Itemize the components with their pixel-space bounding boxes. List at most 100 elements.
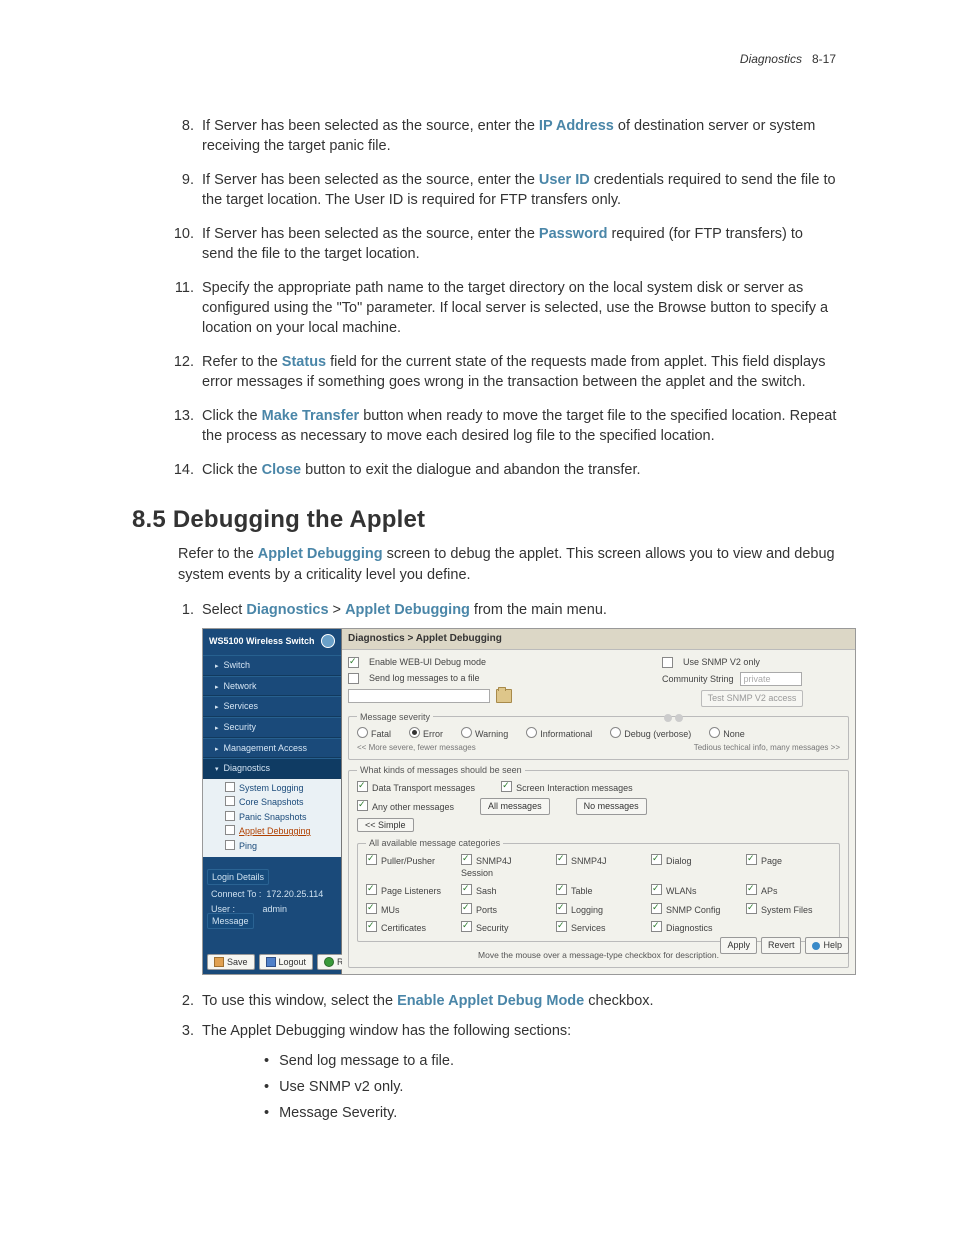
cat-checkbox-15[interactable]: [366, 921, 377, 932]
subnav-panic-snapshots[interactable]: Panic Snapshots: [207, 810, 341, 824]
nav-security[interactable]: Security: [203, 717, 341, 738]
cat-puller-pusher: Puller/Pusher: [366, 854, 451, 880]
no-messages-button[interactable]: No messages: [576, 798, 647, 814]
page-icon: [225, 811, 235, 821]
term-close: Close: [262, 462, 302, 478]
cat-checkbox-18[interactable]: [651, 921, 662, 932]
snmp-panel: Use SNMP V2 only Community String privat…: [662, 656, 842, 725]
nav-switch[interactable]: Switch: [203, 655, 341, 676]
snmp-v2-only-checkbox[interactable]: [662, 657, 673, 668]
message-categories-legend: All available message categories: [366, 837, 503, 849]
step-12: Refer to the Status field for the curren…: [198, 352, 838, 392]
cat-checkbox-17[interactable]: [556, 921, 567, 932]
cat-checkbox-0[interactable]: [366, 854, 377, 865]
cat-snmp4j-session: SNMP4J Session: [461, 854, 546, 880]
nav-diagnostics[interactable]: Diagnostics: [203, 758, 341, 779]
cat-checkbox-11[interactable]: [461, 903, 472, 914]
subnav-applet-debugging[interactable]: Applet Debugging: [207, 824, 341, 838]
sev-informational-radio[interactable]: [526, 727, 537, 738]
term-ip-address: IP Address: [539, 118, 614, 134]
header-page-number: 8-17: [812, 52, 836, 66]
sec85-step-1: Select Diagnostics > Applet Debugging fr…: [198, 600, 838, 975]
revert-button[interactable]: Revert: [761, 937, 802, 953]
cat-certificates: Certificates: [366, 921, 451, 934]
simple-button[interactable]: << Simple: [357, 818, 414, 832]
screen-interaction-checkbox[interactable]: [501, 781, 512, 792]
breadcrumb: Diagnostics > Applet Debugging: [342, 629, 855, 650]
cat-checkbox-3[interactable]: [651, 854, 662, 865]
cat-security: Security: [461, 921, 546, 934]
term-user-id: User ID: [539, 172, 590, 188]
browse-folder-icon[interactable]: [496, 689, 512, 703]
message-categories-group: All available message categories Puller/…: [357, 837, 840, 941]
cat-checkbox-9[interactable]: [746, 884, 757, 895]
sidebar: WS5100 Wireless Switch Switch Network Se…: [203, 629, 342, 974]
community-string-input[interactable]: private: [740, 672, 802, 686]
subnav-ping[interactable]: Ping: [207, 839, 341, 853]
cat-checkbox-12[interactable]: [556, 903, 567, 914]
cat-checkbox-8[interactable]: [651, 884, 662, 895]
page-icon: [225, 796, 235, 806]
sev-none-radio[interactable]: [709, 727, 720, 738]
product-title: WS5100 Wireless Switch: [209, 635, 314, 647]
sev-warning-radio[interactable]: [461, 727, 472, 738]
section-heading-8-5: 8.5 Debugging the Applet: [132, 506, 838, 534]
refresh-icon: [324, 957, 334, 967]
cat-services: Services: [556, 921, 641, 934]
cat-checkbox-6[interactable]: [461, 884, 472, 895]
cat-checkbox-10[interactable]: [366, 903, 377, 914]
procedure-steps: If Server has been selected as the sourc…: [178, 116, 838, 480]
term-make-transfer: Make Transfer: [262, 408, 360, 424]
cat-checkbox-16[interactable]: [461, 921, 472, 932]
data-transport-checkbox[interactable]: [357, 781, 368, 792]
subnav-system-logging[interactable]: System Logging: [207, 781, 341, 795]
snmp-v2-only-label: Use SNMP V2 only: [683, 656, 760, 668]
any-other-checkbox[interactable]: [357, 800, 368, 811]
sev-error-radio[interactable]: [409, 727, 420, 738]
apply-button[interactable]: Apply: [720, 937, 757, 953]
sec85-bullets: Send log message to a file. Use SNMP v2 …: [264, 1051, 838, 1124]
main-panel: Diagnostics > Applet Debugging Enable WE…: [342, 629, 855, 974]
brand-logo-icon: [321, 634, 335, 648]
nav-network[interactable]: Network: [203, 676, 341, 697]
cat-checkbox-13[interactable]: [651, 903, 662, 914]
term-status: Status: [282, 354, 326, 370]
cat-checkbox-1[interactable]: [461, 854, 472, 865]
cat-checkbox-14[interactable]: [746, 903, 757, 914]
cat-mus: MUs: [366, 903, 451, 916]
enable-debug-checkbox[interactable]: [348, 657, 359, 668]
subnav-core-snapshots[interactable]: Core Snapshots: [207, 795, 341, 809]
term-applet-debugging: Applet Debugging: [258, 546, 383, 562]
help-button[interactable]: Help: [805, 937, 849, 953]
step-10: If Server has been selected as the sourc…: [198, 224, 838, 264]
applet-debugging-screenshot: WS5100 Wireless Switch Switch Network Se…: [202, 628, 856, 975]
term-enable-applet-debug: Enable Applet Debug Mode: [397, 993, 584, 1009]
log-file-input[interactable]: [348, 689, 490, 703]
all-messages-button[interactable]: All messages: [480, 798, 550, 814]
test-snmp-button[interactable]: Test SNMP V2 access: [701, 690, 804, 706]
save-button[interactable]: Save: [207, 954, 255, 970]
sev-fatal-radio[interactable]: [357, 727, 368, 738]
cat-checkbox-5[interactable]: [366, 884, 377, 895]
cat-snmp4j: SNMP4J: [556, 854, 641, 880]
cat-checkbox-2[interactable]: [556, 854, 567, 865]
step-9: If Server has been selected as the sourc…: [198, 170, 838, 210]
sev-debug-radio[interactable]: [610, 727, 621, 738]
nav-services[interactable]: Services: [203, 696, 341, 717]
message-panel: Message: [207, 913, 337, 929]
community-string-label: Community String: [662, 673, 734, 685]
cat-ports: Ports: [461, 903, 546, 916]
send-log-checkbox[interactable]: [348, 673, 359, 684]
nav-diagnostics-children: System Logging Core Snapshots Panic Snap…: [203, 779, 341, 857]
bullet-snmp-v2: Use SNMP v2 only.: [264, 1077, 838, 1099]
term-applet-debugging-menu: Applet Debugging: [345, 602, 470, 618]
nav-management-access[interactable]: Management Access: [203, 738, 341, 759]
step-14: Click the Close button to exit the dialo…: [198, 460, 838, 480]
login-details-title: Login Details: [207, 869, 269, 885]
term-diagnostics: Diagnostics: [246, 602, 328, 618]
section85-steps: Select Diagnostics > Applet Debugging fr…: [178, 600, 838, 1041]
nav-tree: Switch Network Services Security Managem…: [203, 655, 341, 779]
cat-checkbox-7[interactable]: [556, 884, 567, 895]
cat-checkbox-4[interactable]: [746, 854, 757, 865]
logout-button[interactable]: Logout: [259, 954, 314, 970]
